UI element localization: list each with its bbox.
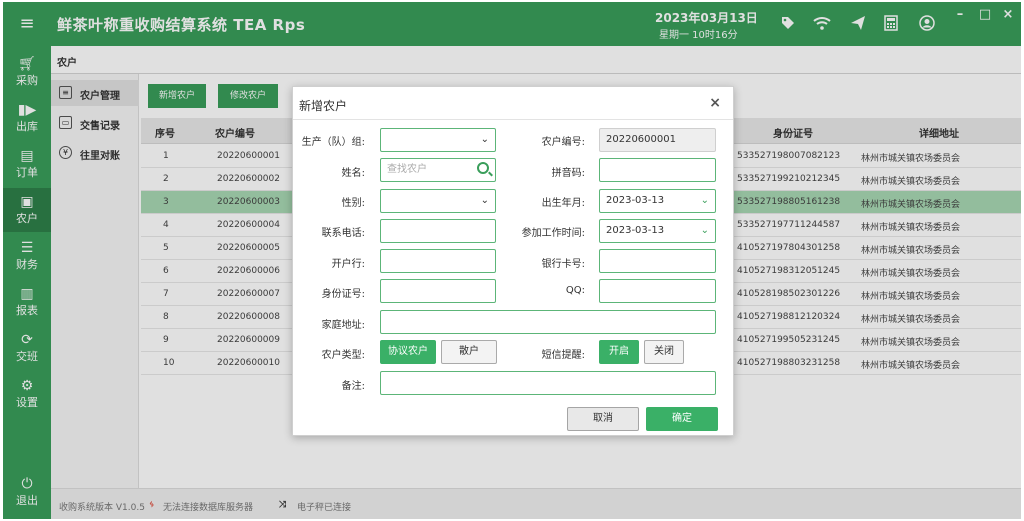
- birth-date-picker[interactable]: 2023-03-13 ⌄: [599, 189, 716, 213]
- idno-label: 身份证号:: [321, 289, 365, 300]
- confirm-button[interactable]: 确定: [646, 407, 718, 431]
- sms-off-button[interactable]: 关闭: [644, 340, 684, 364]
- birth-value: 2023-03-13: [606, 195, 665, 206]
- dialog-title: 新增农户: [299, 99, 348, 113]
- phone-field[interactable]: [380, 219, 496, 243]
- idno-field[interactable]: [380, 279, 496, 303]
- bank-label: 开户行:: [331, 259, 365, 270]
- address-label: 家庭地址:: [321, 320, 365, 331]
- app-window: ≡ 鲜茶叶称重收购结算系统 TEA Rps 2023年03月13日 星期一 10…: [3, 2, 1021, 519]
- name-label: 姓名:: [341, 168, 365, 179]
- work-value: 2023-03-13: [606, 225, 665, 236]
- cancel-button[interactable]: 取消: [567, 407, 639, 431]
- card-label: 银行卡号:: [541, 259, 585, 270]
- remark-field[interactable]: [380, 371, 716, 395]
- gender-select[interactable]: ⌄: [380, 189, 496, 213]
- type-agreement-button[interactable]: 协议农户: [380, 340, 436, 364]
- pinyin-field[interactable]: [599, 158, 716, 182]
- chevron-down-icon: ⌄: [700, 225, 709, 236]
- pinyin-label: 拼音码:: [551, 168, 585, 179]
- birth-label: 出生年月:: [541, 198, 585, 209]
- close-icon[interactable]: ×: [709, 95, 721, 111]
- work-date-picker[interactable]: 2023-03-13 ⌄: [599, 219, 716, 243]
- work-date-label: 参加工作时间:: [521, 228, 585, 239]
- search-icon[interactable]: [477, 162, 489, 174]
- code-field: 20220600001: [599, 128, 716, 152]
- name-search-input[interactable]: 查找农户: [380, 158, 496, 182]
- dialog-header: 新增农户 ×: [293, 87, 733, 120]
- chevron-down-icon: ⌄: [480, 134, 489, 145]
- add-farmer-dialog: 新增农户 × 生产（队）组: ⌄ 农户编号: 20220600001 姓名: 查…: [292, 86, 734, 436]
- qq-label: QQ:: [565, 285, 585, 296]
- name-placeholder: 查找农户: [387, 164, 427, 175]
- sms-on-button[interactable]: 开启: [599, 340, 639, 364]
- phone-label: 联系电话:: [321, 228, 365, 239]
- remark-label: 备注:: [341, 381, 365, 392]
- type-retail-button[interactable]: 散户: [441, 340, 497, 364]
- qq-field[interactable]: [599, 279, 716, 303]
- chevron-down-icon: ⌄: [480, 195, 489, 206]
- team-select[interactable]: ⌄: [380, 128, 496, 152]
- bank-field[interactable]: [380, 249, 496, 273]
- team-label: 生产（队）组:: [301, 137, 365, 148]
- card-field[interactable]: [599, 249, 716, 273]
- sms-label: 短信提醒:: [541, 350, 585, 361]
- type-label: 农户类型:: [321, 350, 365, 361]
- gender-label: 性别:: [341, 198, 365, 209]
- chevron-down-icon: ⌄: [700, 195, 709, 206]
- code-value: 20220600001: [606, 134, 676, 145]
- code-label: 农户编号:: [541, 137, 585, 148]
- address-field[interactable]: [380, 310, 716, 334]
